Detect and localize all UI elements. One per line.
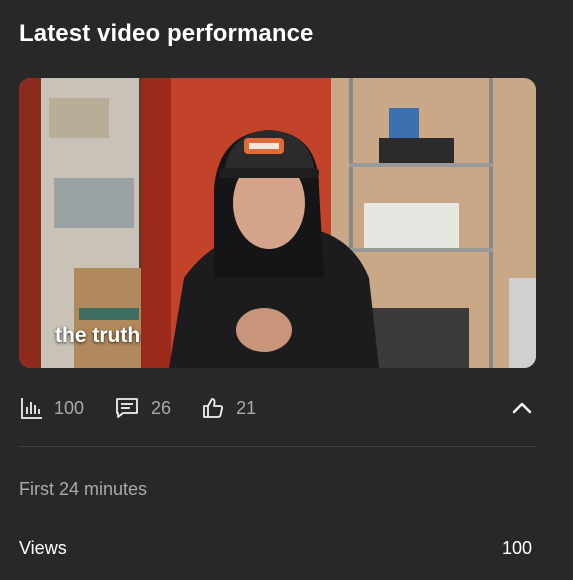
views-count: 100 (54, 397, 85, 418)
comments-count: 26 (151, 397, 172, 418)
comments-stat: 26 (114, 396, 171, 420)
views-stat: 100 (19, 396, 84, 420)
card-title: Latest video performance (19, 20, 314, 47)
divider (19, 446, 536, 447)
period-label: First 24 minutes (19, 479, 148, 499)
stats-row: 100 26 21 (19, 392, 536, 424)
likes-stat: 21 (201, 396, 256, 420)
metric-row-views: Views 100 (19, 538, 532, 559)
comment-icon (116, 398, 138, 418)
metric-value: 100 (501, 538, 532, 558)
chevron-up-icon (512, 402, 532, 414)
video-performance-card: Latest video performance the truth 100 2… (0, 0, 573, 580)
metric-label: Views (19, 538, 67, 558)
thumbnail-caption: the truth (55, 324, 141, 347)
video-thumbnail[interactable]: the truth (19, 78, 536, 368)
collapse-button[interactable] (508, 394, 536, 422)
thumbs-up-icon (203, 398, 224, 418)
bar-chart-icon (21, 398, 42, 419)
likes-count: 21 (236, 397, 257, 418)
